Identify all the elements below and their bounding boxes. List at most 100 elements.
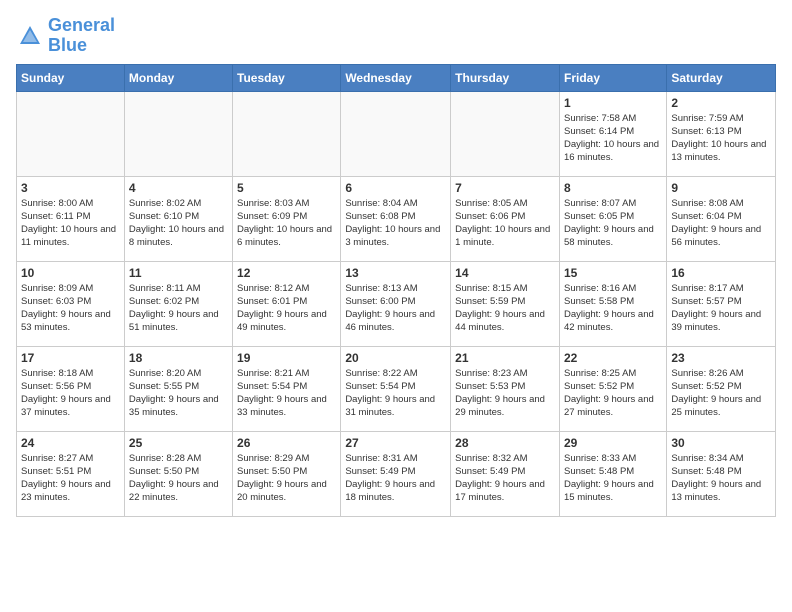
calendar-day-cell: 18 Sunrise: 8:20 AM Sunset: 5:55 PM Dayli… xyxy=(124,346,232,431)
day-number: 20 xyxy=(345,351,446,365)
calendar-day-cell: 1Sunrise: 7:58 AM Sunset: 6:14 PM Daylig… xyxy=(559,91,666,176)
day-info: Sunrise: 8:03 AM Sunset: 6:09 PM Dayligh… xyxy=(237,197,336,250)
calendar-day-cell: 4 Sunrise: 8:02 AM Sunset: 6:10 PM Daylig… xyxy=(124,176,232,261)
day-info: Sunrise: 8:22 AM Sunset: 5:54 PM Dayligh… xyxy=(345,367,446,420)
day-number: 7 xyxy=(455,181,555,195)
calendar-day-cell xyxy=(233,91,341,176)
calendar-day-cell: 20 Sunrise: 8:22 AM Sunset: 5:54 PM Dayli… xyxy=(341,346,451,431)
day-info: Sunrise: 8:04 AM Sunset: 6:08 PM Dayligh… xyxy=(345,197,446,250)
day-info: Sunrise: 8:33 AM Sunset: 5:48 PM Dayligh… xyxy=(564,452,662,505)
calendar-day-cell xyxy=(17,91,125,176)
calendar-day-cell: 8 Sunrise: 8:07 AM Sunset: 6:05 PM Daylig… xyxy=(559,176,666,261)
day-number: 30 xyxy=(671,436,771,450)
calendar-day-cell: 2Sunrise: 7:59 AM Sunset: 6:13 PM Daylig… xyxy=(667,91,776,176)
calendar-day-cell: 12 Sunrise: 8:12 AM Sunset: 6:01 PM Dayli… xyxy=(233,261,341,346)
weekday-header: Wednesday xyxy=(341,64,451,91)
calendar-day-cell: 16 Sunrise: 8:17 AM Sunset: 5:57 PM Dayli… xyxy=(667,261,776,346)
day-info: Sunrise: 8:25 AM Sunset: 5:52 PM Dayligh… xyxy=(564,367,662,420)
day-info: Sunrise: 8:11 AM Sunset: 6:02 PM Dayligh… xyxy=(129,282,228,335)
day-info: Sunrise: 8:17 AM Sunset: 5:57 PM Dayligh… xyxy=(671,282,771,335)
day-info: Sunrise: 8:26 AM Sunset: 5:52 PM Dayligh… xyxy=(671,367,771,420)
calendar-body: 1Sunrise: 7:58 AM Sunset: 6:14 PM Daylig… xyxy=(17,91,776,516)
day-info: Sunrise: 8:28 AM Sunset: 5:50 PM Dayligh… xyxy=(129,452,228,505)
day-info: Sunrise: 8:31 AM Sunset: 5:49 PM Dayligh… xyxy=(345,452,446,505)
calendar-day-cell: 29 Sunrise: 8:33 AM Sunset: 5:48 PM Dayli… xyxy=(559,431,666,516)
day-number: 16 xyxy=(671,266,771,280)
calendar-day-cell: 22 Sunrise: 8:25 AM Sunset: 5:52 PM Dayli… xyxy=(559,346,666,431)
day-number: 23 xyxy=(671,351,771,365)
calendar-week-row: 1Sunrise: 7:58 AM Sunset: 6:14 PM Daylig… xyxy=(17,91,776,176)
day-number: 29 xyxy=(564,436,662,450)
calendar-day-cell: 27 Sunrise: 8:31 AM Sunset: 5:49 PM Dayli… xyxy=(341,431,451,516)
day-number: 27 xyxy=(345,436,446,450)
day-number: 6 xyxy=(345,181,446,195)
calendar-day-cell: 13 Sunrise: 8:13 AM Sunset: 6:00 PM Dayli… xyxy=(341,261,451,346)
weekday-header: Thursday xyxy=(451,64,560,91)
calendar-week-row: 10 Sunrise: 8:09 AM Sunset: 6:03 PM Dayli… xyxy=(17,261,776,346)
logo-text: General Blue xyxy=(48,16,115,56)
weekday-header: Friday xyxy=(559,64,666,91)
calendar-day-cell: 19 Sunrise: 8:21 AM Sunset: 5:54 PM Dayli… xyxy=(233,346,341,431)
day-number: 13 xyxy=(345,266,446,280)
calendar-day-cell: 11 Sunrise: 8:11 AM Sunset: 6:02 PM Dayli… xyxy=(124,261,232,346)
day-info: Sunrise: 8:05 AM Sunset: 6:06 PM Dayligh… xyxy=(455,197,555,250)
day-number: 3 xyxy=(21,181,120,195)
day-info: Sunrise: 8:18 AM Sunset: 5:56 PM Dayligh… xyxy=(21,367,120,420)
day-number: 11 xyxy=(129,266,228,280)
calendar-day-cell: 23 Sunrise: 8:26 AM Sunset: 5:52 PM Dayli… xyxy=(667,346,776,431)
day-number: 19 xyxy=(237,351,336,365)
day-number: 10 xyxy=(21,266,120,280)
day-number: 28 xyxy=(455,436,555,450)
weekday-header: Monday xyxy=(124,64,232,91)
calendar-day-cell: 24 Sunrise: 8:27 AM Sunset: 5:51 PM Dayli… xyxy=(17,431,125,516)
calendar-day-cell: 14Sunrise: 8:15 AM Sunset: 5:59 PM Dayli… xyxy=(451,261,560,346)
logo: General Blue xyxy=(16,16,115,56)
weekday-header: Sunday xyxy=(17,64,125,91)
day-number: 26 xyxy=(237,436,336,450)
day-number: 24 xyxy=(21,436,120,450)
day-info: Sunrise: 8:12 AM Sunset: 6:01 PM Dayligh… xyxy=(237,282,336,335)
calendar-day-cell: 21 Sunrise: 8:23 AM Sunset: 5:53 PM Dayli… xyxy=(451,346,560,431)
day-number: 15 xyxy=(564,266,662,280)
calendar-week-row: 17Sunrise: 8:18 AM Sunset: 5:56 PM Dayli… xyxy=(17,346,776,431)
day-number: 22 xyxy=(564,351,662,365)
calendar-day-cell: 17Sunrise: 8:18 AM Sunset: 5:56 PM Dayli… xyxy=(17,346,125,431)
calendar-day-cell: 28 Sunrise: 8:32 AM Sunset: 5:49 PM Dayli… xyxy=(451,431,560,516)
calendar-table: SundayMondayTuesdayWednesdayThursdayFrid… xyxy=(16,64,776,517)
day-info: Sunrise: 8:13 AM Sunset: 6:00 PM Dayligh… xyxy=(345,282,446,335)
logo-icon xyxy=(16,22,44,50)
day-number: 8 xyxy=(564,181,662,195)
day-info: Sunrise: 8:09 AM Sunset: 6:03 PM Dayligh… xyxy=(21,282,120,335)
day-number: 25 xyxy=(129,436,228,450)
day-info: Sunrise: 8:21 AM Sunset: 5:54 PM Dayligh… xyxy=(237,367,336,420)
day-number: 4 xyxy=(129,181,228,195)
day-number: 12 xyxy=(237,266,336,280)
day-info: Sunrise: 8:16 AM Sunset: 5:58 PM Dayligh… xyxy=(564,282,662,335)
day-number: 1 xyxy=(564,96,662,110)
day-info: Sunrise: 8:02 AM Sunset: 6:10 PM Dayligh… xyxy=(129,197,228,250)
day-info: Sunrise: 8:23 AM Sunset: 5:53 PM Dayligh… xyxy=(455,367,555,420)
calendar-day-cell: 15 Sunrise: 8:16 AM Sunset: 5:58 PM Dayli… xyxy=(559,261,666,346)
calendar-day-cell: 26 Sunrise: 8:29 AM Sunset: 5:50 PM Dayli… xyxy=(233,431,341,516)
calendar-day-cell: 5 Sunrise: 8:03 AM Sunset: 6:09 PM Daylig… xyxy=(233,176,341,261)
calendar-day-cell: 7 Sunrise: 8:05 AM Sunset: 6:06 PM Daylig… xyxy=(451,176,560,261)
calendar-day-cell: 6 Sunrise: 8:04 AM Sunset: 6:08 PM Daylig… xyxy=(341,176,451,261)
day-info: Sunrise: 8:07 AM Sunset: 6:05 PM Dayligh… xyxy=(564,197,662,250)
calendar-day-cell: 9Sunrise: 8:08 AM Sunset: 6:04 PM Daylig… xyxy=(667,176,776,261)
day-info: Sunrise: 8:29 AM Sunset: 5:50 PM Dayligh… xyxy=(237,452,336,505)
day-info: Sunrise: 8:08 AM Sunset: 6:04 PM Dayligh… xyxy=(671,197,771,250)
day-number: 21 xyxy=(455,351,555,365)
calendar-day-cell: 3Sunrise: 8:00 AM Sunset: 6:11 PM Daylig… xyxy=(17,176,125,261)
day-info: Sunrise: 8:20 AM Sunset: 5:55 PM Dayligh… xyxy=(129,367,228,420)
day-info: Sunrise: 8:27 AM Sunset: 5:51 PM Dayligh… xyxy=(21,452,120,505)
calendar-week-row: 24 Sunrise: 8:27 AM Sunset: 5:51 PM Dayli… xyxy=(17,431,776,516)
calendar-header-row: SundayMondayTuesdayWednesdayThursdayFrid… xyxy=(17,64,776,91)
calendar-week-row: 3Sunrise: 8:00 AM Sunset: 6:11 PM Daylig… xyxy=(17,176,776,261)
day-number: 5 xyxy=(237,181,336,195)
day-number: 18 xyxy=(129,351,228,365)
calendar-day-cell xyxy=(341,91,451,176)
calendar-day-cell xyxy=(124,91,232,176)
calendar-day-cell: 30Sunrise: 8:34 AM Sunset: 5:48 PM Dayli… xyxy=(667,431,776,516)
weekday-header: Tuesday xyxy=(233,64,341,91)
day-info: Sunrise: 8:32 AM Sunset: 5:49 PM Dayligh… xyxy=(455,452,555,505)
